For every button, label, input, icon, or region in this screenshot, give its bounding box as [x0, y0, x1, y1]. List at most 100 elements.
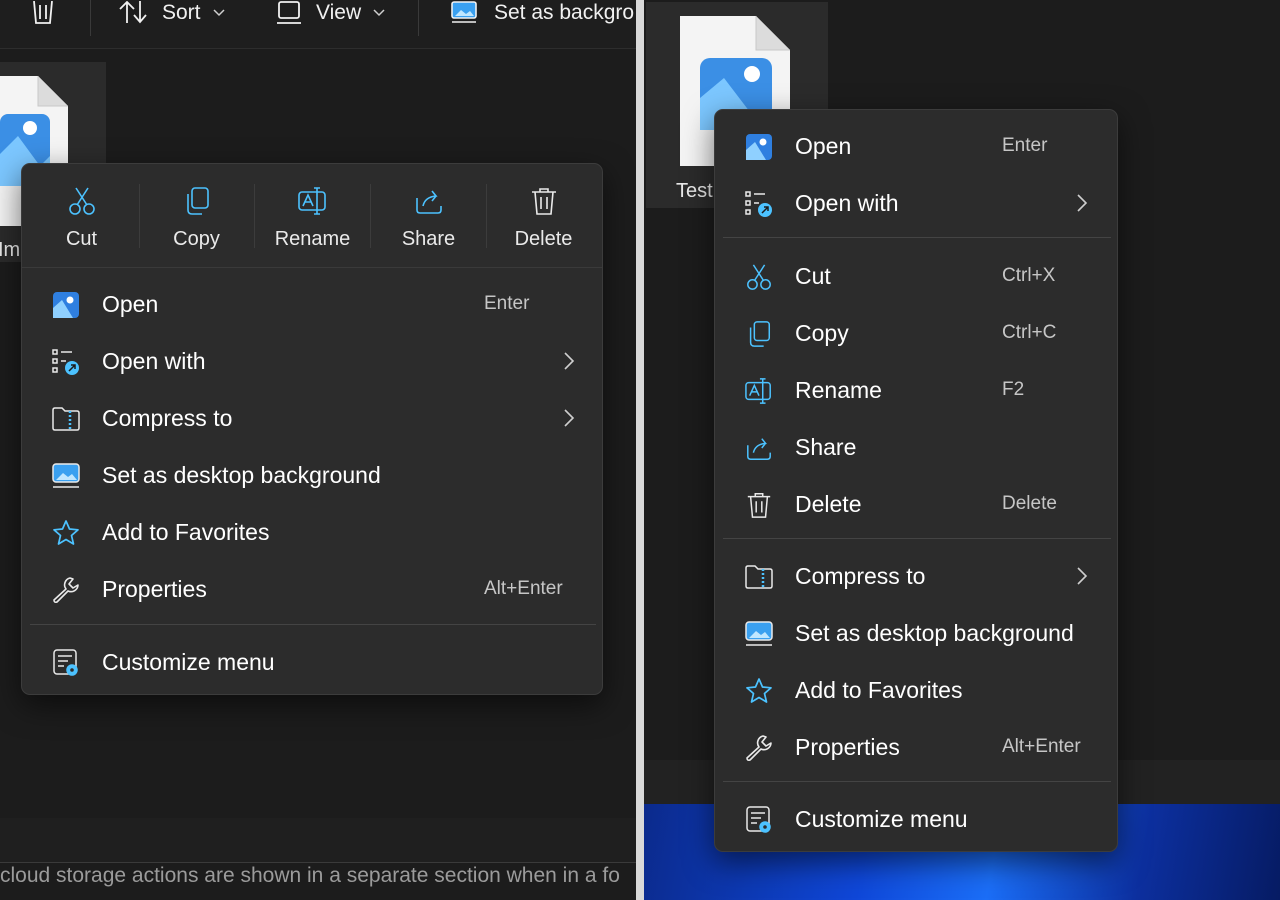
open-with-icon	[52, 348, 80, 376]
menu-item-add-to-favorites[interactable]: Add to Favorites	[720, 665, 1112, 715]
menu-item-copy[interactable]: Copy Ctrl+C	[720, 308, 1112, 358]
chevron-right-icon	[564, 352, 575, 370]
properties-shortcut: Alt+Enter	[1002, 736, 1081, 757]
customize-icon	[52, 649, 80, 677]
menu-item-compress-to[interactable]: Compress to	[27, 393, 597, 443]
desktop-background-icon	[451, 1, 477, 23]
delete-icon	[532, 188, 556, 215]
cut-icon	[69, 187, 95, 215]
delete-toolbar-button[interactable]	[30, 0, 56, 26]
quick-actions-bar: Cut Copy Rename Share Delete	[22, 164, 602, 268]
open-label: Open	[102, 291, 159, 317]
chevron-down-icon	[373, 9, 385, 17]
rename-shortcut: F2	[1002, 379, 1025, 400]
menu-separator	[723, 237, 1111, 238]
menu-item-customize-menu[interactable]: Customize menu	[27, 637, 597, 687]
menu-separator	[30, 624, 596, 625]
sort-button[interactable]: Sort	[118, 0, 225, 26]
add-to-favorites-label: Add to Favorites	[102, 519, 270, 545]
menu-item-properties[interactable]: Properties Alt+Enter	[27, 564, 597, 614]
share-icon	[416, 190, 442, 214]
properties-shortcut: Alt+Enter	[484, 578, 563, 599]
customize-icon	[745, 806, 773, 834]
add-to-favorites-label: Add to Favorites	[795, 677, 963, 703]
menu-item-rename[interactable]: Rename F2	[720, 365, 1112, 415]
open-with-label: Open with	[102, 348, 206, 374]
delete-label: Delete	[514, 228, 573, 250]
copy-icon	[187, 187, 209, 215]
menu-item-open[interactable]: Open Enter	[720, 121, 1112, 171]
compress-icon	[745, 563, 773, 591]
menu-item-cut[interactable]: Cut Ctrl+X	[720, 251, 1112, 301]
file-name-label: Test	[676, 180, 713, 202]
rename-label: Rename	[274, 228, 351, 250]
wrench-icon	[52, 576, 80, 604]
copy-icon	[745, 320, 773, 348]
set-as-background-button[interactable]: Set as backgro	[450, 0, 634, 26]
cut-shortcut: Ctrl+X	[1002, 265, 1056, 286]
rename-icon	[745, 377, 773, 405]
delete-shortcut: Delete	[1002, 493, 1057, 514]
desktop-background-icon	[745, 620, 773, 648]
set-desktop-background-label: Set as desktop background	[102, 462, 381, 488]
share-quick-button[interactable]: Share	[371, 164, 486, 267]
wrench-icon	[745, 734, 773, 762]
copy-label: Copy	[795, 320, 849, 346]
toolbar-separator	[418, 0, 419, 36]
share-label: Share	[401, 228, 456, 250]
left-explorer-window: Sort View Set as backgro Im cloud storag…	[0, 0, 636, 900]
cut-label: Cut	[65, 228, 98, 250]
delete-icon	[33, 1, 53, 24]
menu-item-set-desktop-background[interactable]: Set as desktop background	[27, 450, 597, 500]
copy-quick-button[interactable]: Copy	[139, 164, 254, 267]
copy-label: Copy	[173, 228, 220, 250]
divider	[0, 862, 636, 863]
rename-quick-button[interactable]: Rename	[255, 164, 370, 267]
screenshot-divider	[636, 0, 644, 900]
compress-to-label: Compress to	[795, 563, 926, 589]
menu-item-open[interactable]: Open Enter	[27, 279, 597, 329]
delete-quick-button[interactable]: Delete	[486, 164, 601, 267]
toolbar-separator	[90, 0, 91, 36]
set-desktop-background-label: Set as desktop background	[795, 620, 1074, 646]
view-icon	[277, 1, 301, 24]
cut-icon	[745, 263, 773, 291]
right-explorer-window: Test Open Enter Open with Cut Ctrl+X Cop…	[644, 0, 1280, 900]
share-icon	[745, 434, 773, 462]
chevron-down-icon	[212, 9, 225, 17]
menu-separator	[723, 538, 1111, 539]
properties-label: Properties	[102, 576, 207, 602]
sort-label: Sort	[162, 1, 201, 24]
details-strip	[0, 818, 636, 862]
chevron-right-icon	[1077, 194, 1088, 212]
delete-label: Delete	[795, 491, 862, 517]
menu-separator	[723, 781, 1111, 782]
context-menu-left: Cut Copy Rename Share Delete Open Enter …	[21, 163, 603, 695]
menu-item-open-with[interactable]: Open with	[27, 336, 597, 386]
context-menu-right: Open Enter Open with Cut Ctrl+X Copy Ctr…	[714, 109, 1118, 852]
menu-item-set-desktop-background[interactable]: Set as desktop background	[720, 608, 1112, 658]
menu-item-compress-to[interactable]: Compress to	[720, 551, 1112, 601]
rename-label: Rename	[795, 377, 882, 403]
view-button[interactable]: View	[276, 0, 385, 26]
command-bar: Sort View Set as backgro	[0, 0, 636, 49]
rename-icon	[298, 187, 326, 215]
copy-shortcut: Ctrl+C	[1002, 322, 1057, 343]
menu-item-share[interactable]: Share	[720, 422, 1112, 472]
view-label: View	[316, 1, 362, 24]
menu-item-delete[interactable]: Delete Delete	[720, 479, 1112, 529]
customize-menu-label: Customize menu	[795, 806, 968, 832]
menu-item-add-to-favorites[interactable]: Add to Favorites	[27, 507, 597, 557]
menu-item-properties[interactable]: Properties Alt+Enter	[720, 722, 1112, 772]
photos-app-icon	[52, 291, 80, 319]
file-name-label: Im	[0, 239, 21, 261]
properties-label: Properties	[795, 734, 900, 760]
compress-icon	[52, 405, 80, 433]
menu-item-open-with[interactable]: Open with	[720, 178, 1112, 228]
open-label: Open	[795, 133, 852, 159]
cut-quick-button[interactable]: Cut	[24, 164, 139, 267]
sort-icon	[119, 1, 147, 24]
open-shortcut: Enter	[1002, 135, 1048, 156]
open-with-icon	[745, 190, 773, 218]
menu-item-customize-menu[interactable]: Customize menu	[720, 794, 1112, 844]
